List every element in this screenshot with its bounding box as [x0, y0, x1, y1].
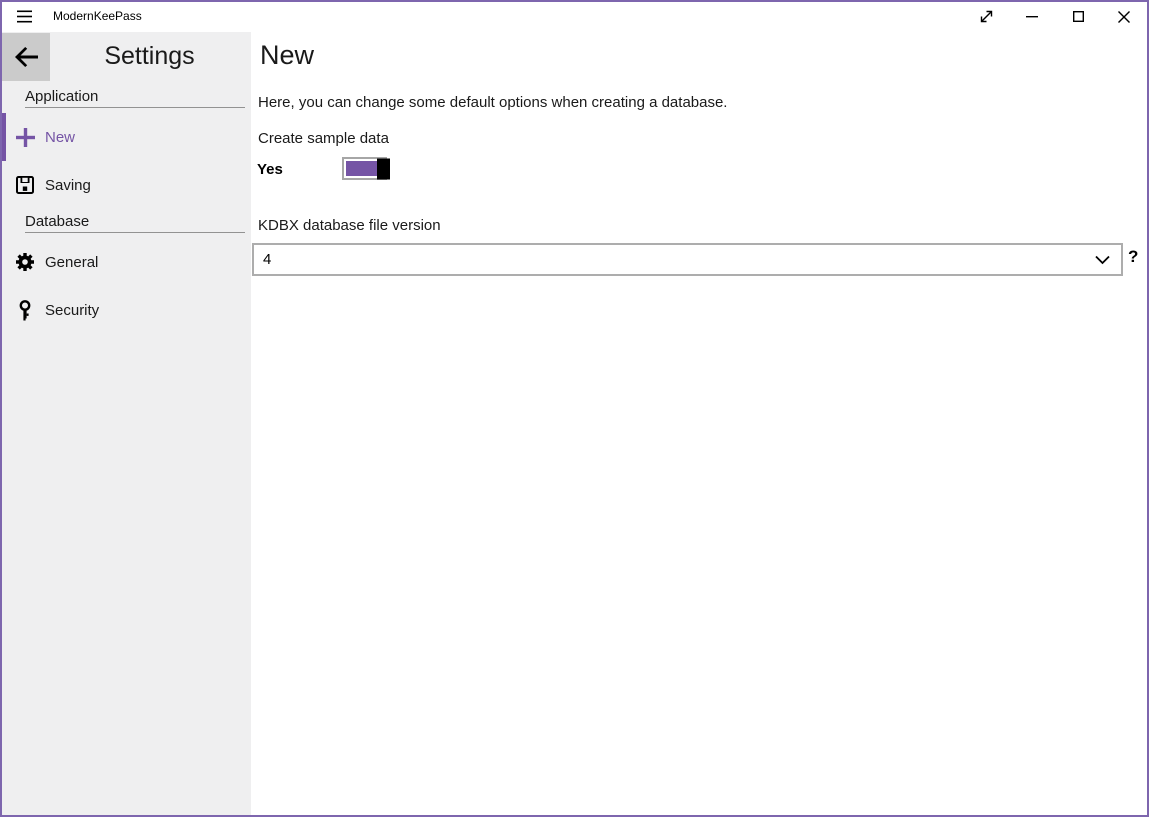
- section-divider: [25, 232, 245, 233]
- sidebar-item-new[interactable]: New: [0, 113, 251, 161]
- resize-button[interactable]: [963, 2, 1009, 31]
- settings-page-new: New Here, you can change some default op…: [251, 32, 1149, 817]
- sidebar-item-label: General: [45, 254, 98, 271]
- diagonal-resize-icon: [979, 9, 994, 24]
- title-bar: ModernKeePass: [0, 0, 1149, 32]
- sidebar-item-label: New: [45, 129, 75, 146]
- kdbx-version-label: KDBX database file version: [258, 217, 441, 234]
- sidebar-item-security[interactable]: Security: [0, 286, 251, 334]
- sidebar-item-label: Saving: [45, 177, 91, 194]
- app-window: ModernKeePass: [0, 0, 1149, 817]
- section-label-database: Database: [25, 213, 89, 230]
- close-button[interactable]: [1101, 2, 1147, 31]
- maximize-button[interactable]: [1055, 2, 1101, 31]
- page-title: New: [260, 40, 314, 71]
- app-title: ModernKeePass: [53, 9, 142, 23]
- minimize-icon: [1026, 16, 1038, 18]
- toggle-state-label: Yes: [257, 161, 283, 178]
- plus-icon: [14, 126, 36, 148]
- save-icon: [14, 174, 36, 196]
- sidebar-item-general[interactable]: General: [0, 238, 251, 286]
- selection-indicator: [0, 113, 6, 161]
- maximize-icon: [1073, 11, 1084, 22]
- page-description: Here, you can change some default option…: [258, 94, 727, 111]
- window-controls: [963, 2, 1147, 31]
- section-divider: [25, 107, 245, 108]
- sample-data-label: Create sample data: [258, 130, 389, 147]
- settings-sidebar: Settings Application New: [0, 32, 251, 817]
- settings-heading: Settings: [48, 42, 251, 71]
- sample-data-toggle[interactable]: [342, 157, 387, 180]
- help-button[interactable]: ?: [1128, 247, 1138, 267]
- close-icon: [1118, 11, 1130, 23]
- back-arrow-icon: [13, 47, 39, 67]
- hamburger-menu-button[interactable]: [2, 2, 47, 31]
- chevron-down-icon: [1095, 255, 1110, 264]
- gear-icon: [14, 251, 36, 273]
- minimize-button[interactable]: [1009, 2, 1055, 31]
- toggle-thumb[interactable]: [377, 158, 390, 179]
- kdbx-version-dropdown[interactable]: 4: [252, 243, 1123, 276]
- hamburger-icon: [17, 10, 32, 23]
- section-label-application: Application: [25, 88, 98, 105]
- sidebar-item-saving[interactable]: Saving: [0, 161, 251, 209]
- key-icon: [14, 299, 36, 321]
- dropdown-selected-value: 4: [263, 251, 271, 268]
- sidebar-item-label: Security: [45, 302, 99, 319]
- back-button[interactable]: [2, 33, 50, 81]
